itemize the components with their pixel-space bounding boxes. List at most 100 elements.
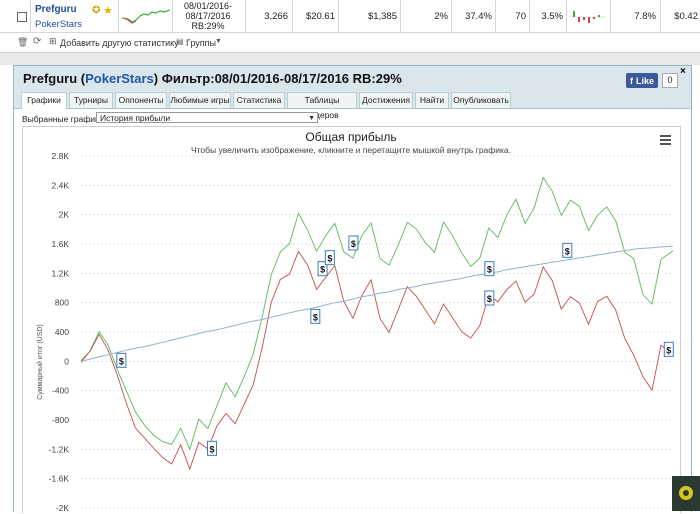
chart-y-axis-label: Суммарный итог (USD) xyxy=(36,324,44,400)
tab-graphs[interactable]: Графики xyxy=(21,92,67,109)
groups-icon: ▤ xyxy=(176,37,184,46)
y-tick-label: -400 xyxy=(52,386,69,396)
profit-chart[interactable]: Общая прибыль Чтобы увеличить изображени… xyxy=(23,127,680,513)
stat-cell: $0.42 xyxy=(674,10,698,22)
y-tick-label: 1.6K xyxy=(52,239,70,249)
panel-title: Prefguru (PokerStars) Фильтр:08/01/2016-… xyxy=(23,71,402,86)
marker-label: $ xyxy=(487,294,492,304)
date-line: RB:29% xyxy=(191,21,225,31)
site-link[interactable]: PokerStars xyxy=(35,19,82,30)
marker-label: $ xyxy=(351,239,356,249)
y-tick-label: 800 xyxy=(55,298,69,308)
cashout-marker[interactable]: $ xyxy=(116,352,127,368)
watermark-badge xyxy=(672,476,700,511)
trash-icon[interactable]: 🗑 xyxy=(17,37,28,48)
cashout-marker[interactable]: $ xyxy=(562,242,573,258)
panel-header: Prefguru (PokerStars) Фильтр:08/01/2016-… xyxy=(14,66,691,90)
cashout-marker[interactable]: $ xyxy=(484,261,495,277)
cashout-marker[interactable]: $ xyxy=(324,250,335,266)
marker-label: $ xyxy=(487,265,492,275)
chart-select[interactable]: История прибыли ▼ xyxy=(96,112,318,123)
y-tick-label: -800 xyxy=(52,415,69,425)
cashout-marker[interactable]: $ xyxy=(310,308,321,324)
title-filter: Фильтр:08/01/2016-08/17/2016 RB:29% xyxy=(158,71,402,86)
y-tick-label: 2.8K xyxy=(52,151,70,161)
marker-label: $ xyxy=(666,345,671,355)
stat-cell: 7.8% xyxy=(634,10,656,22)
row-checkbox[interactable] xyxy=(17,12,27,22)
series-line-red xyxy=(80,250,674,471)
profile-panel: Prefguru (PokerStars) Фильтр:08/01/2016-… xyxy=(13,65,692,513)
tab-opponents[interactable]: Оппоненты xyxy=(115,92,167,108)
divider xyxy=(30,0,31,32)
add-stats-button[interactable]: Добавить другую статистику xyxy=(60,38,179,48)
marker-label: $ xyxy=(320,265,325,275)
page-background xyxy=(0,53,700,65)
y-tick-label: -2K xyxy=(56,503,70,513)
tab-find[interactable]: Найти xyxy=(415,92,449,108)
logo-icon xyxy=(679,486,693,500)
winnings-cell: $1,385 xyxy=(367,10,397,22)
cashout-marker[interactable]: $ xyxy=(207,440,218,456)
divider xyxy=(566,0,567,32)
tab-leaderboards[interactable]: Таблицы лидеров xyxy=(287,92,357,120)
stat-cell: 70 xyxy=(515,10,526,22)
player-name-link[interactable]: Prefguru xyxy=(35,4,77,15)
chart-grid xyxy=(81,155,673,509)
facebook-icon: f xyxy=(629,75,633,86)
tab-statistics[interactable]: Статистика xyxy=(233,92,285,108)
marker-label: $ xyxy=(210,444,215,454)
chevron-down-icon: ▼ xyxy=(308,115,315,122)
cashout-marker[interactable]: $ xyxy=(663,341,674,357)
tab-bar: Графики Турниры Оппоненты Любимые игры С… xyxy=(14,90,691,120)
chart-markers: $$$$$$$$$$ xyxy=(116,235,674,456)
date-line: 08/17/2016 xyxy=(185,11,231,21)
stat-cell: 3.5% xyxy=(541,10,563,22)
close-icon[interactable]: × xyxy=(680,66,686,77)
chart-select-value: История прибыли xyxy=(100,113,171,123)
hands-cell: 3,266 xyxy=(264,10,288,22)
date-line: 08/01/2016- xyxy=(183,1,233,11)
marker-label: $ xyxy=(313,312,318,322)
y-tick-label: 2.4K xyxy=(52,180,70,190)
stat-cell: 37.4% xyxy=(465,10,492,22)
y-tick-label: -1.2K xyxy=(49,444,70,454)
profit-chart-container[interactable]: Общая прибыль Чтобы увеличить изображени… xyxy=(22,126,681,513)
add-stats-icon: ⊞ xyxy=(49,36,57,46)
chart-subtitle: Чтобы увеличить изображение, кликните и … xyxy=(191,145,511,155)
tab-favorite-games[interactable]: Любимые игры xyxy=(169,92,231,108)
award-icon: ✪ xyxy=(92,5,101,16)
like-count: 0 xyxy=(662,73,678,88)
facebook-like-button[interactable]: f Like xyxy=(626,73,658,88)
cashout-marker[interactable]: $ xyxy=(484,290,495,306)
marker-label: $ xyxy=(119,356,124,366)
groups-dropdown[interactable]: Группы xyxy=(186,38,216,48)
tab-tournaments[interactable]: Турниры xyxy=(69,92,113,108)
like-label: Like xyxy=(635,75,654,86)
table-row[interactable]: Prefguru PokerStars ✪ ★ 08/01/2016- 08/1… xyxy=(0,0,700,33)
sparkline-mini-graph xyxy=(122,9,170,24)
y-tick-label: -1.6K xyxy=(49,474,70,484)
mini-bar-graph xyxy=(570,11,606,23)
title-site-link[interactable]: PokerStars xyxy=(85,71,154,86)
chart-series xyxy=(80,176,674,471)
title-player: Prefguru xyxy=(23,71,78,86)
y-tick-label: 2K xyxy=(59,210,70,220)
chart-y-ticks: 2.8K 2.4K 2K 1.6K 1.2K 800 400 0 -400 -800 -1.2K -1… xyxy=(49,151,70,513)
table-toolbar: 🗑 ⟳ ⊞ Добавить другую статистику ▤ Групп… xyxy=(0,34,700,52)
tab-publish[interactable]: Опубликовать xyxy=(451,92,511,108)
chart-menu-icon[interactable] xyxy=(660,135,671,145)
marker-label: $ xyxy=(327,254,332,264)
chart-select-label: Выбранные графики: xyxy=(22,114,106,124)
refresh-icon[interactable]: ⟳ xyxy=(33,36,41,47)
stat-cell: 2% xyxy=(434,10,448,22)
stats-table: Prefguru PokerStars ✪ ★ 08/01/2016- 08/1… xyxy=(0,0,700,53)
tab-achievements[interactable]: Достижения xyxy=(359,92,413,108)
y-tick-label: 400 xyxy=(55,327,69,337)
marker-label: $ xyxy=(565,246,570,256)
divider xyxy=(118,0,119,32)
cashout-marker[interactable]: $ xyxy=(348,235,359,251)
chevron-down-icon[interactable]: ▼ xyxy=(215,38,222,45)
y-tick-label: 1.2K xyxy=(52,268,70,278)
date-range-cell: 08/01/2016- 08/17/2016 RB:29% xyxy=(172,1,244,31)
